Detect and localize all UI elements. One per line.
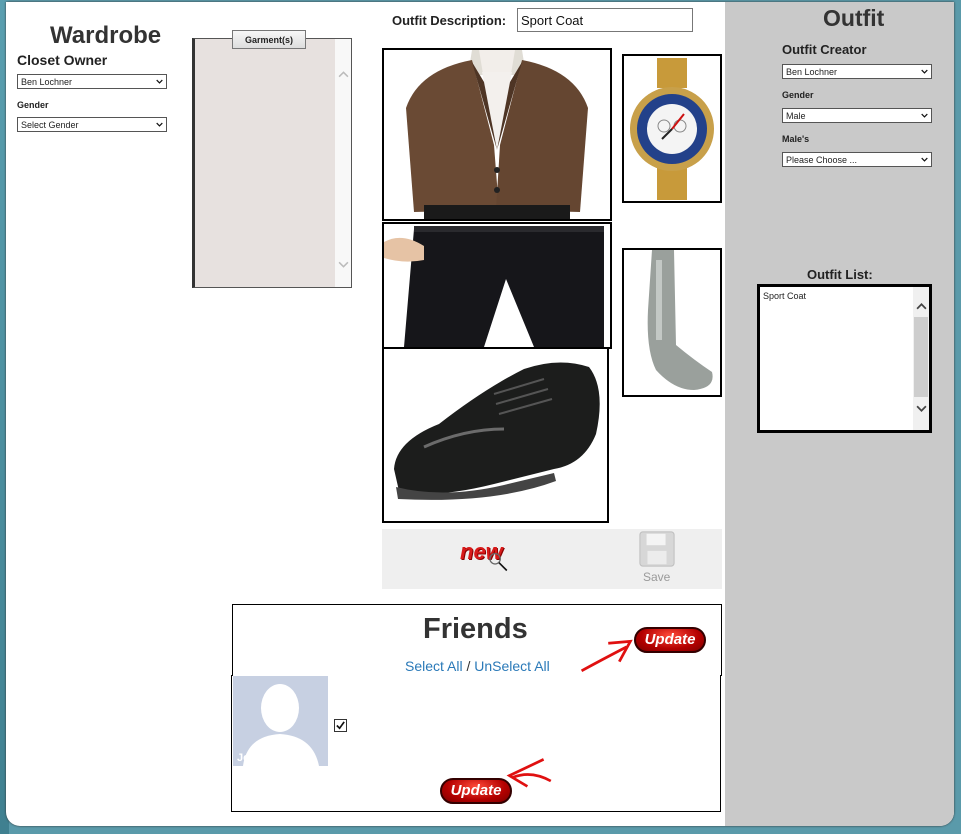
outfit-title: Outfit xyxy=(823,5,885,31)
checkmark-icon xyxy=(336,721,345,730)
garments-scrollbar[interactable] xyxy=(335,39,351,287)
friend-checkbox[interactable] xyxy=(334,719,347,732)
chevron-down-icon[interactable] xyxy=(338,259,349,270)
outfit-creator-label: Outfit Creator xyxy=(782,42,867,57)
app-window: Wardrobe Closet Owner Ben Lochner Gender… xyxy=(6,2,954,826)
closet-owner-label: Closet Owner xyxy=(17,52,108,68)
unselect-all-link[interactable]: UnSelect All xyxy=(474,658,549,674)
garments-panel xyxy=(192,38,352,288)
gender-label: Gender xyxy=(17,100,49,110)
sock-icon xyxy=(647,250,713,390)
outfit-listbox[interactable]: Sport Coat xyxy=(757,284,932,433)
outfit-gender-select[interactable]: Male xyxy=(782,108,932,123)
sock-image[interactable] xyxy=(622,248,722,397)
shoe-image[interactable] xyxy=(382,347,609,523)
watch-icon xyxy=(630,58,714,200)
wardrobe-title: Wardrobe xyxy=(50,22,162,49)
outfit-description-input[interactable]: Sport Coat xyxy=(517,8,693,32)
pants-image[interactable] xyxy=(382,222,612,349)
outfit-creator-select[interactable]: Ben Lochner xyxy=(782,64,932,79)
chevron-down-icon xyxy=(921,69,928,74)
chevron-up-icon[interactable] xyxy=(916,301,927,312)
chevron-down-icon[interactable] xyxy=(916,403,927,414)
outfit-creator-value: Ben Lochner xyxy=(786,67,838,77)
friends-title: Friends xyxy=(423,613,528,645)
outfit-list-item[interactable]: Sport Coat xyxy=(763,291,806,301)
jacket-image[interactable] xyxy=(382,48,612,221)
outfit-list-scrollbar[interactable] xyxy=(913,287,929,430)
friend-name: Jo xyxy=(237,752,250,764)
chevron-down-icon xyxy=(921,157,928,162)
magnifier-icon xyxy=(489,552,508,572)
chevron-down-icon xyxy=(156,122,163,127)
outfit-gender-label: Gender xyxy=(782,90,814,100)
annotation-arrow-icon xyxy=(580,639,633,673)
garments-tab[interactable]: Garment(s) xyxy=(232,30,306,49)
select-controls: Select All / UnSelect All xyxy=(405,658,550,674)
annotation-arrow-icon xyxy=(506,758,552,788)
males-select[interactable]: Please Choose ... xyxy=(782,152,932,167)
closet-owner-select[interactable]: Ben Lochner xyxy=(17,74,167,89)
save-label: Save xyxy=(643,570,671,584)
gender-value: Select Gender xyxy=(21,120,79,130)
outfit-list-scroll-thumb[interactable] xyxy=(914,317,928,397)
closet-owner-value: Ben Lochner xyxy=(21,77,73,87)
friend-avatar: Jo xyxy=(233,676,328,766)
chevron-up-icon[interactable] xyxy=(338,69,349,80)
save-button[interactable]: Save xyxy=(636,530,680,586)
pants-icon xyxy=(384,224,610,347)
select-all-link[interactable]: Select All xyxy=(405,658,463,674)
gender-select[interactable]: Select Gender xyxy=(17,117,167,132)
watch-image[interactable] xyxy=(622,54,722,203)
chevron-down-icon xyxy=(156,79,163,84)
select-separator: / xyxy=(466,658,471,674)
outfit-description-label: Outfit Description: xyxy=(392,13,507,28)
males-value: Please Choose ... xyxy=(786,155,858,165)
floppy-disk-icon xyxy=(639,531,675,567)
outfit-list-label: Outfit List: xyxy=(807,267,873,282)
shoe-icon xyxy=(384,349,607,521)
sport-coat-icon xyxy=(384,50,610,219)
outfit-gender-value: Male xyxy=(786,111,806,121)
males-label: Male's xyxy=(782,134,810,144)
chevron-down-icon xyxy=(921,113,928,118)
new-outfit-button[interactable]: new xyxy=(456,535,526,577)
